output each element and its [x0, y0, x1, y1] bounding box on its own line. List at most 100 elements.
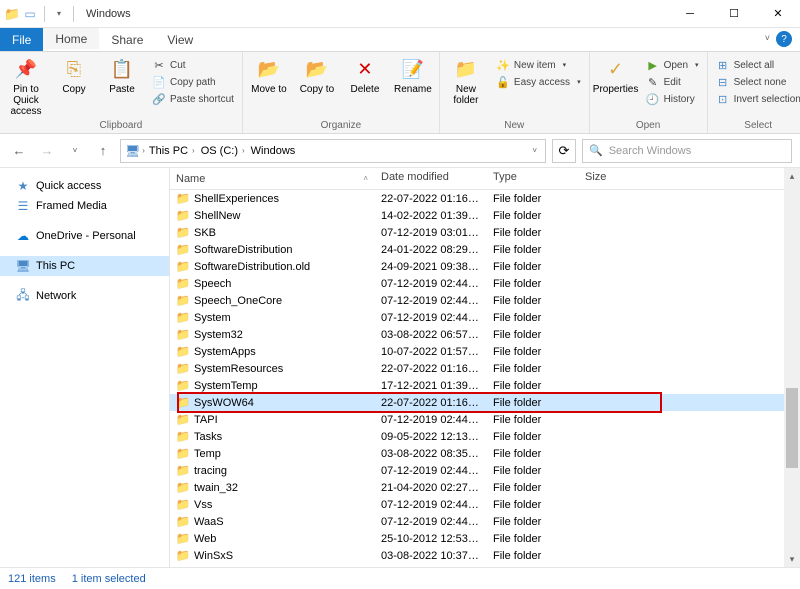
- copy-path-button[interactable]: 📄Copy path: [148, 74, 238, 90]
- breadcrumb-dropdown-icon[interactable]: ˅: [532, 146, 541, 155]
- minimize-button[interactable]: ─: [668, 0, 712, 28]
- invert-selection-button[interactable]: ⊡Invert selection: [712, 91, 800, 107]
- copy-to-button[interactable]: 📂Copy to: [295, 54, 339, 95]
- file-row[interactable]: 📁SystemTemp17-12-2021 01:39 PMFile folde…: [170, 377, 800, 394]
- ribbon-collapse-icon[interactable]: ˅: [765, 33, 770, 43]
- scroll-down-icon[interactable]: ▾: [784, 551, 800, 567]
- file-row[interactable]: 📁Speech07-12-2019 02:44 PMFile folder: [170, 275, 800, 292]
- forward-button[interactable]: →: [36, 140, 58, 162]
- new-item-button[interactable]: ✨New item▾: [492, 57, 585, 73]
- file-row[interactable]: 📁Temp03-08-2022 08:35 PMFile folder: [170, 445, 800, 462]
- file-row[interactable]: 📁ShellNew14-02-2022 01:39 PMFile folder: [170, 207, 800, 224]
- paste-shortcut-button[interactable]: 🔗Paste shortcut: [148, 91, 238, 107]
- tab-home[interactable]: Home: [43, 28, 99, 51]
- col-size[interactable]: Size: [579, 168, 659, 189]
- file-row[interactable]: 📁SystemApps10-07-2022 01:57 PMFile folde…: [170, 343, 800, 360]
- nav-network[interactable]: 🖧Network: [0, 286, 169, 306]
- history-button[interactable]: 🕘History: [642, 91, 703, 107]
- col-date[interactable]: Date modified: [375, 168, 487, 189]
- file-date: 03-08-2022 08:35 PM: [375, 448, 487, 460]
- file-row[interactable]: 📁SystemResources22-07-2022 01:16 PMFile …: [170, 360, 800, 377]
- up-button[interactable]: ↑: [92, 140, 114, 162]
- tab-share[interactable]: Share: [99, 28, 155, 51]
- col-type[interactable]: Type: [487, 168, 579, 189]
- file-date: 17-11-2021 10:06 PM: [375, 567, 487, 568]
- ribbon-group-clipboard: 📌 Pin to Quick access ⎘ Copy 📋 Paste ✂Cu…: [0, 52, 243, 133]
- cut-button[interactable]: ✂Cut: [148, 57, 238, 73]
- file-row[interactable]: 📁Web25-10-2012 12:53 AMFile folder: [170, 530, 800, 547]
- file-name: SystemApps: [194, 346, 256, 358]
- tab-view[interactable]: View: [155, 28, 205, 51]
- rename-button[interactable]: 📝Rename: [391, 54, 435, 95]
- open-button[interactable]: ▶Open▾: [642, 57, 703, 73]
- select-all-button[interactable]: ⊞Select all: [712, 57, 800, 73]
- file-row[interactable]: 📁WaaS07-12-2019 02:44 PMFile folder: [170, 513, 800, 530]
- paste-icon: 📋: [110, 58, 134, 82]
- nav-framed-media[interactable]: ☰Framed Media: [0, 196, 169, 216]
- edit-button[interactable]: ✎Edit: [642, 74, 703, 90]
- breadcrumb[interactable]: 🖥 › This PC› OS (C:)› Windows ˅: [120, 139, 546, 163]
- file-name: WaaS: [194, 516, 224, 528]
- file-name: ShellExperiences: [194, 193, 279, 205]
- file-row[interactable]: 📁SKB07-12-2019 03:01 PMFile folder: [170, 224, 800, 241]
- file-row[interactable]: 📁TAPI07-12-2019 02:44 PMFile folder: [170, 411, 800, 428]
- file-row[interactable]: 📁tracing07-12-2019 02:44 PMFile folder: [170, 462, 800, 479]
- file-type: File folder: [487, 295, 579, 307]
- nav-onedrive[interactable]: ☁OneDrive - Personal: [0, 226, 169, 246]
- file-name: SystemTemp: [194, 380, 258, 392]
- vertical-scrollbar[interactable]: ▴ ▾: [784, 168, 800, 567]
- file-row[interactable]: 📁Vss07-12-2019 02:44 PMFile folder: [170, 496, 800, 513]
- qat-dropdown-icon[interactable]: ▾: [51, 6, 67, 22]
- file-date: 21-04-2020 02:27 AM: [375, 482, 487, 494]
- move-to-button[interactable]: 📂Move to: [247, 54, 291, 95]
- scroll-thumb[interactable]: [786, 388, 798, 468]
- easy-access-button[interactable]: 🔓Easy access▾: [492, 74, 585, 90]
- select-none-button[interactable]: ⊟Select none: [712, 74, 800, 90]
- move-to-icon: 📂: [257, 58, 281, 82]
- file-row[interactable]: 📁System3203-08-2022 06:57 PMFile folder: [170, 326, 800, 343]
- col-name[interactable]: Name˄: [170, 168, 375, 189]
- cut-icon: ✂: [152, 58, 166, 72]
- file-row[interactable]: 📁SysWOW6422-07-2022 01:16 PMFile folder: [170, 394, 800, 411]
- file-row[interactable]: 📁twain_3221-04-2020 02:27 AMFile folder: [170, 479, 800, 496]
- tab-file[interactable]: File: [0, 28, 43, 51]
- file-row[interactable]: ▣bfsvc.exe17-11-2021 10:06 PMApplication…: [170, 564, 800, 567]
- edit-icon: ✎: [646, 75, 660, 89]
- paste-button[interactable]: 📋 Paste: [100, 54, 144, 95]
- file-row[interactable]: 📁WinSxS03-08-2022 10:37 AMFile folder: [170, 547, 800, 564]
- file-date: 09-05-2022 12:13 PM: [375, 431, 487, 443]
- title-bar: 📁 ▭ ▾ Windows ─ ☐ ✕: [0, 0, 800, 28]
- nav-quick-access[interactable]: ★Quick access: [0, 176, 169, 196]
- file-row[interactable]: 📁Tasks09-05-2022 12:13 PMFile folder: [170, 428, 800, 445]
- search-box[interactable]: 🔍 Search Windows: [582, 139, 792, 163]
- maximize-button[interactable]: ☐: [712, 0, 756, 28]
- file-name: Tasks: [194, 431, 222, 443]
- copy-button[interactable]: ⎘ Copy: [52, 54, 96, 95]
- file-date: 07-12-2019 02:44 PM: [375, 414, 487, 426]
- file-row[interactable]: 📁System07-12-2019 02:44 PMFile folder: [170, 309, 800, 326]
- breadcrumb-seg-2[interactable]: Windows: [249, 145, 298, 157]
- help-icon[interactable]: ?: [776, 31, 792, 47]
- qat-properties-icon[interactable]: ▭: [22, 6, 38, 22]
- folder-icon: 📁: [176, 532, 190, 546]
- nav-this-pc[interactable]: 🖥This PC: [0, 256, 169, 276]
- scroll-up-icon[interactable]: ▴: [784, 168, 800, 184]
- delete-button[interactable]: ✕Delete: [343, 54, 387, 95]
- close-button[interactable]: ✕: [756, 0, 800, 28]
- breadcrumb-seg-0[interactable]: This PC›: [147, 145, 197, 157]
- back-button[interactable]: ←: [8, 140, 30, 162]
- navigation-pane: ★Quick access ☰Framed Media ☁OneDrive - …: [0, 168, 170, 567]
- open-icon: ▶: [646, 58, 660, 72]
- new-folder-button[interactable]: 📁New folder: [444, 54, 488, 106]
- properties-button[interactable]: ✓Properties: [594, 54, 638, 95]
- file-name: bfsvc.exe: [194, 567, 240, 568]
- file-row[interactable]: 📁SoftwareDistribution24-01-2022 08:29 PM…: [170, 241, 800, 258]
- file-row[interactable]: 📁Speech_OneCore07-12-2019 02:44 PMFile f…: [170, 292, 800, 309]
- file-row[interactable]: 📁ShellExperiences22-07-2022 01:16 PMFile…: [170, 190, 800, 207]
- file-date: 07-12-2019 02:44 PM: [375, 312, 487, 324]
- refresh-button[interactable]: ⟳: [552, 139, 576, 163]
- file-row[interactable]: 📁SoftwareDistribution.old24-09-2021 09:3…: [170, 258, 800, 275]
- recent-locations-button[interactable]: ˅: [64, 140, 86, 162]
- pin-to-quick-access-button[interactable]: 📌 Pin to Quick access: [4, 54, 48, 117]
- breadcrumb-seg-1[interactable]: OS (C:)›: [199, 145, 247, 157]
